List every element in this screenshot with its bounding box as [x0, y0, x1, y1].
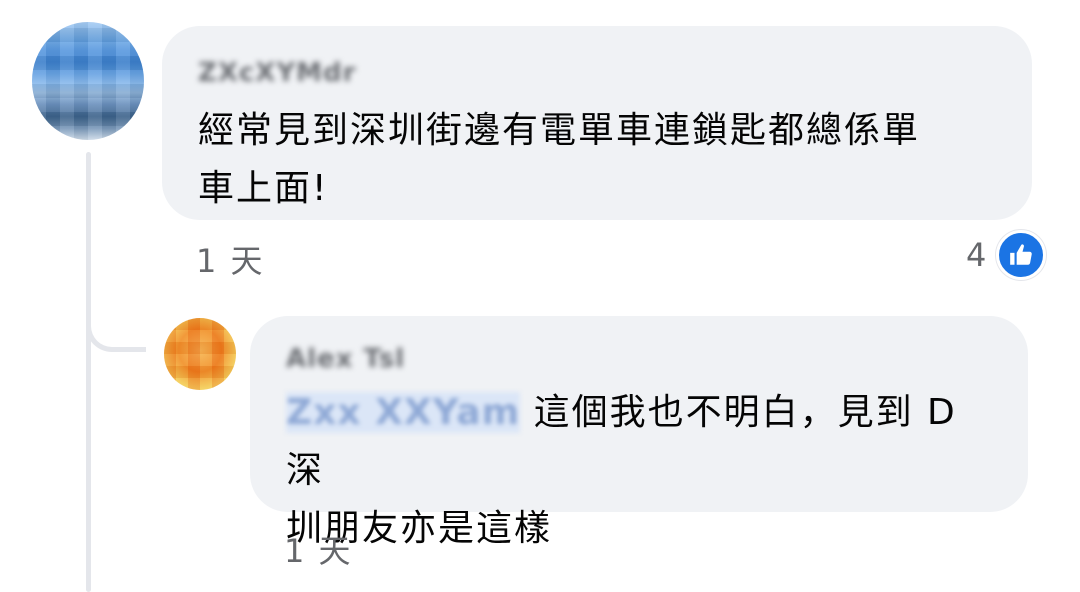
- reply-text-line: Zxx XXYam 這個我也不明白，見到 D 深: [286, 384, 994, 500]
- comment-author-name[interactable]: ZXcXYMdr: [198, 56, 357, 90]
- reply-connector-branch: [86, 300, 146, 352]
- reaction-summary[interactable]: 4: [966, 230, 1047, 280]
- reply-text: Zxx XXYam 這個我也不明白，見到 D 深 圳朋友亦是這樣: [286, 384, 994, 558]
- avatar[interactable]: [32, 22, 144, 140]
- comment-text: 經常見到深圳街邊有電單車連鎖匙都總係單 車上面!: [198, 102, 998, 218]
- avatar[interactable]: [164, 318, 236, 390]
- like-icon: [996, 230, 1047, 280]
- reply-text-line: 圳朋友亦是這樣: [286, 508, 553, 549]
- comment-timestamp[interactable]: 1 天: [196, 236, 265, 282]
- reply-bubble: Alex Tsl Zxx XXYam 這個我也不明白，見到 D 深 圳朋友亦是這…: [250, 316, 1028, 549]
- reaction-count: 4: [966, 236, 987, 274]
- mention-tag[interactable]: Zxx XXYam: [286, 392, 521, 433]
- reply-author-name[interactable]: Alex Tsl: [286, 342, 405, 376]
- comment-bubble: ZXcXYMdr 經常見到深圳街邊有電單車連鎖匙都總係單 車上面!: [162, 26, 1032, 220]
- thread-connector-line: [86, 152, 91, 592]
- reply-timestamp[interactable]: 1 天: [284, 526, 353, 572]
- comment-text-line: 經常見到深圳街邊有電單車連鎖匙都總係單: [198, 110, 921, 151]
- comment-text-line: 車上面!: [198, 168, 329, 209]
